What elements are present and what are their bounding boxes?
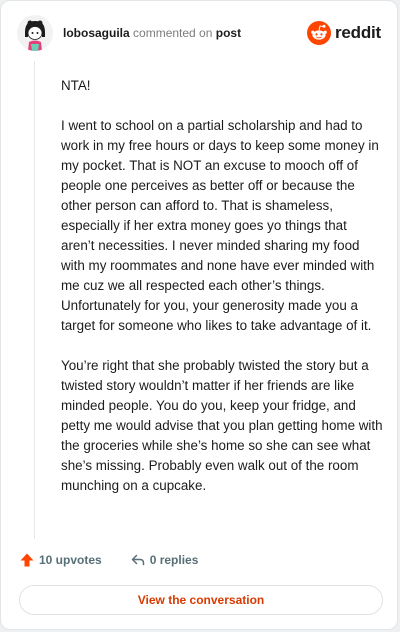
- comment-body: NTA! I went to school on a partial schol…: [61, 76, 383, 516]
- comment-paragraph: You’re right that she probably twisted t…: [61, 358, 383, 493]
- comment-meta: lobosaguila commented on post: [63, 25, 241, 41]
- reply-count[interactable]: 0 replies: [130, 552, 199, 568]
- user-avatar[interactable]: [17, 15, 53, 51]
- reply-arrow-icon: [131, 554, 144, 566]
- post-link[interactable]: post: [216, 26, 241, 40]
- comment-paragraph: I went to school on a partial scholarshi…: [61, 118, 379, 333]
- comment-paragraph: NTA!: [61, 78, 91, 93]
- comment-header: lobosaguila commented on post reddit: [17, 15, 381, 51]
- reddit-wordmark: reddit: [334, 23, 381, 42]
- thread-line: [34, 61, 35, 539]
- upvote-count[interactable]: 10 upvotes: [19, 552, 102, 568]
- avatar-icon: [17, 15, 53, 51]
- upvote-arrow-icon: [20, 553, 34, 567]
- upvote-label: 10 upvotes: [39, 553, 102, 567]
- reddit-logo[interactable]: reddit: [306, 20, 381, 46]
- reddit-snoo-icon: [306, 21, 331, 45]
- username-link[interactable]: lobosaguila: [63, 26, 130, 40]
- view-conversation-button[interactable]: View the conversation: [19, 585, 383, 615]
- comment-embed-card: lobosaguila commented on post reddit NTA…: [0, 0, 398, 630]
- comment-footer: 10 upvotes 0 replies: [19, 550, 198, 570]
- reply-label: 0 replies: [149, 553, 199, 567]
- action-text: commented on: [133, 26, 213, 40]
